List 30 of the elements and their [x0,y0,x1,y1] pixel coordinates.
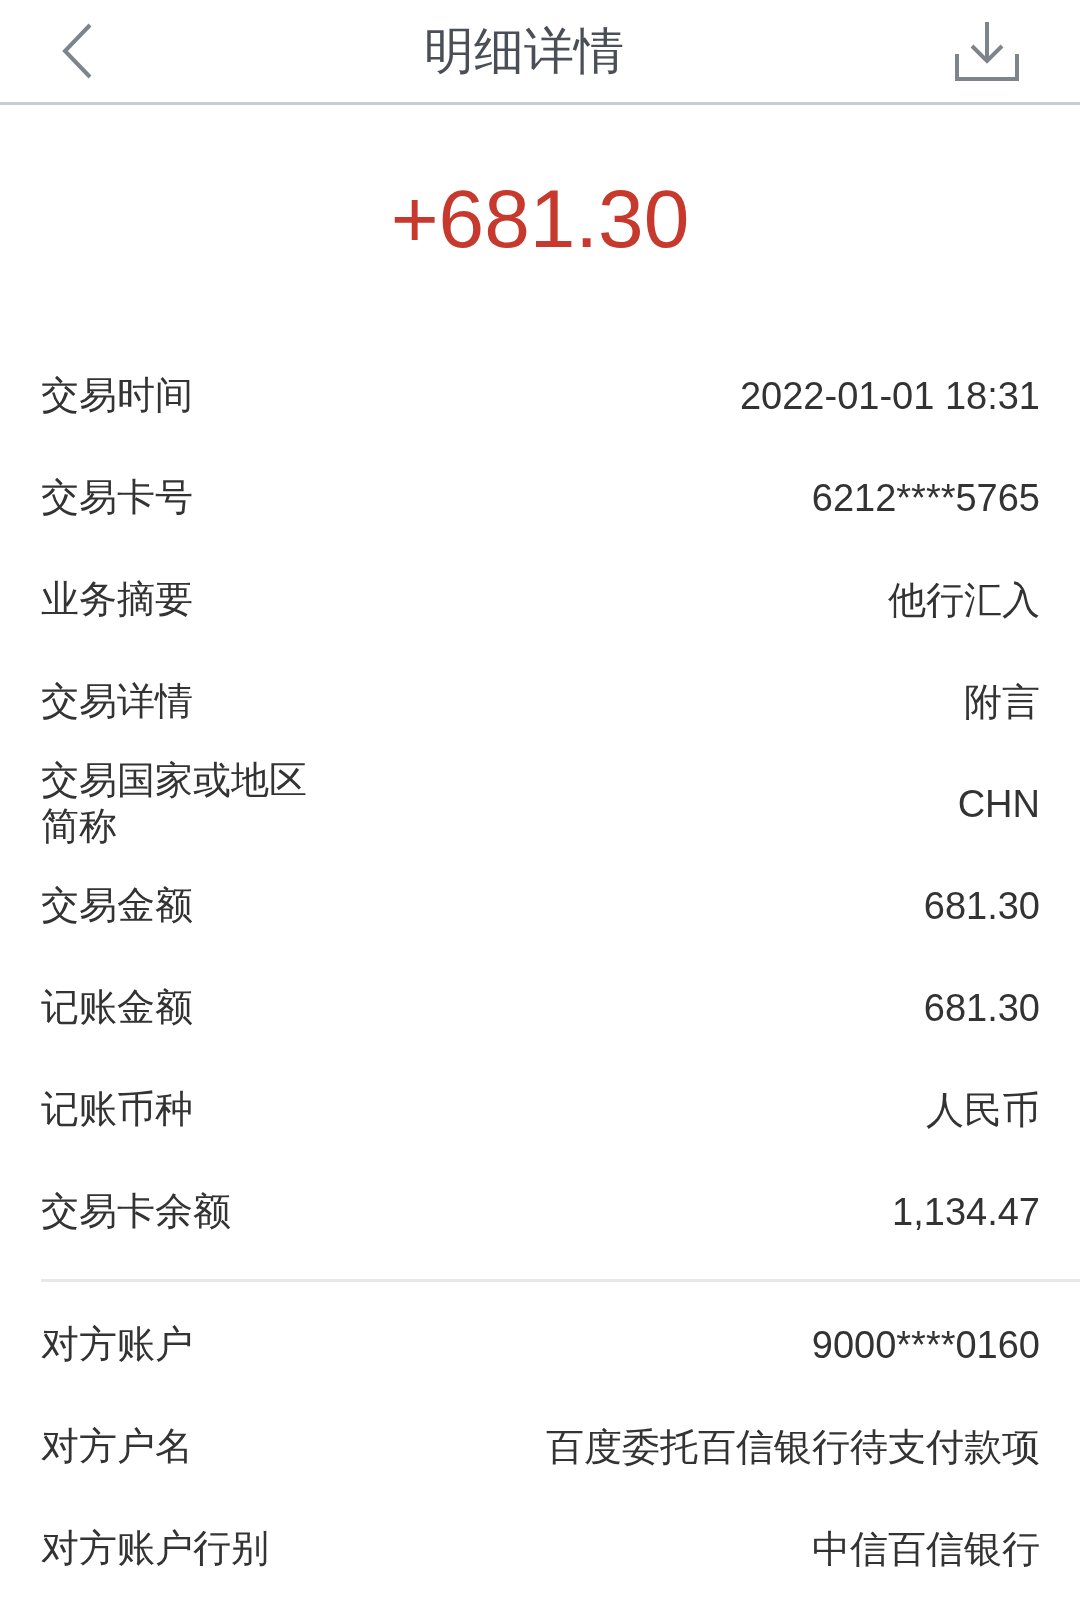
field-label: 交易卡号 [41,475,193,521]
page-title: 明细详情 [424,20,624,82]
field-label: 交易时间 [41,373,193,419]
field-label: 交易国家或地区简称 [41,758,308,850]
field-value: 681.30 [923,986,1040,1030]
field-label: 交易卡余额 [41,1189,231,1235]
field-label: 业务摘要 [41,577,193,623]
field-label: 交易详情 [41,679,193,725]
field-label: 记账金额 [41,985,193,1031]
field-value: 他行汇入 [888,577,1040,623]
field-value: 1,134.47 [892,1190,1040,1234]
field-label: 记账币种 [41,1087,193,1133]
field-value: 百度委托百信银行待支付款项 [546,1424,1040,1470]
field-value: 681.30 [923,884,1040,928]
field-label: 对方账户 [41,1322,193,1368]
field-value: 2022-01-01 18:31 [739,374,1040,418]
download-button[interactable] [954,20,1020,82]
back-icon [60,22,94,80]
field-value: 附言 [964,679,1040,725]
amount: +681.30 [390,172,690,266]
field-label: 对方户名 [41,1424,193,1470]
field-label: 对方账户行别 [41,1526,269,1572]
back-button[interactable] [60,22,94,80]
download-icon [954,20,1020,82]
field-value: 6212****5765 [811,476,1040,520]
field-value: 中信百信银行 [812,1526,1040,1572]
field-label: 交易金额 [41,883,193,929]
field-value: CHN [957,782,1040,826]
field-value: 人民币 [926,1087,1040,1133]
field-value: 9000****0160 [811,1323,1040,1367]
